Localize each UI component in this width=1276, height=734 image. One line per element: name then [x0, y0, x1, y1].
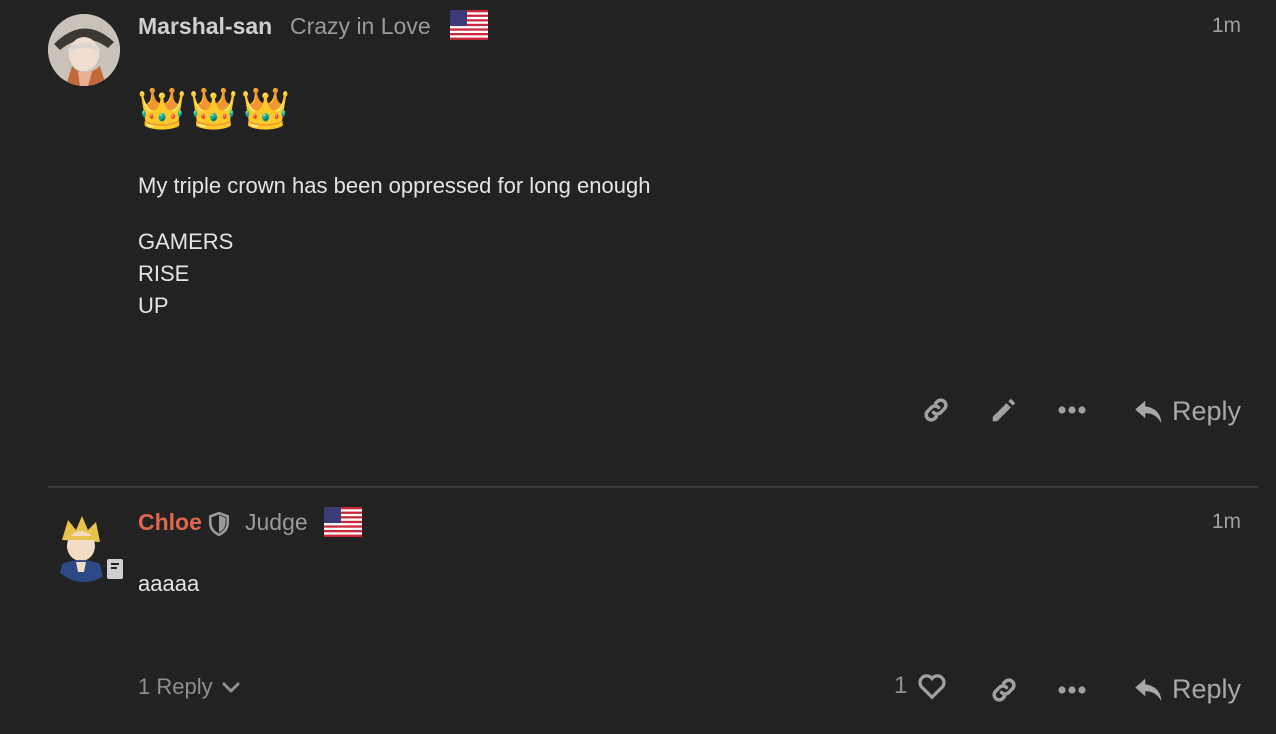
post-paragraph: My triple crown has been oppressed for l… — [138, 173, 651, 198]
username[interactable]: Marshal-san — [138, 13, 272, 39]
replies-count-label: 1 Reply — [138, 674, 213, 699]
post-timestamp[interactable]: 1m — [1212, 13, 1241, 39]
reply-label: Reply — [1172, 396, 1242, 426]
post-marshal-san: Marshal-san Crazy in Love 1m 👑👑👑 My trip… — [0, 0, 1276, 486]
more-icon — [1058, 686, 1086, 694]
more-options-button[interactable] — [1054, 392, 1090, 428]
heart-icon — [918, 674, 946, 700]
book-badge-icon — [104, 556, 126, 582]
copy-link-button[interactable] — [918, 392, 954, 428]
reply-button[interactable]: Reply — [1134, 674, 1241, 705]
reply-label: Reply — [1172, 674, 1242, 704]
reply-button[interactable]: Reply — [1134, 396, 1241, 427]
shield-icon — [208, 512, 230, 536]
like-button[interactable]: 1 — [894, 672, 947, 700]
us-flag-icon — [324, 507, 362, 537]
avatar[interactable] — [48, 14, 120, 86]
post-line: GAMERS — [138, 229, 234, 254]
post-line: RISE — [138, 261, 190, 286]
link-icon — [992, 678, 1016, 702]
post-body: aaaaa — [138, 571, 200, 596]
edit-button[interactable] — [986, 392, 1022, 428]
reply-icon — [1135, 400, 1162, 423]
user-title: Judge — [245, 509, 308, 535]
pencil-icon — [992, 398, 1016, 422]
post-line: UP — [138, 293, 169, 318]
reply-icon — [1135, 678, 1162, 701]
more-icon — [1058, 406, 1086, 414]
more-options-button[interactable] — [1054, 672, 1090, 708]
show-replies-button[interactable]: 1 Reply — [138, 674, 241, 700]
like-count: 1 — [894, 672, 908, 699]
crown-emoji: 👑👑👑 — [137, 87, 293, 131]
user-title: Crazy in Love — [290, 13, 431, 39]
copy-link-button[interactable] — [986, 672, 1022, 708]
post-chloe: Chloe Judge 1m aaaaa 1 Reply 1 Reply — [0, 488, 1276, 734]
username[interactable]: Chloe — [138, 509, 202, 535]
post-timestamp[interactable]: 1m — [1212, 509, 1241, 535]
chevron-down-icon — [222, 682, 240, 693]
link-icon — [924, 398, 948, 422]
us-flag-icon — [450, 10, 488, 40]
